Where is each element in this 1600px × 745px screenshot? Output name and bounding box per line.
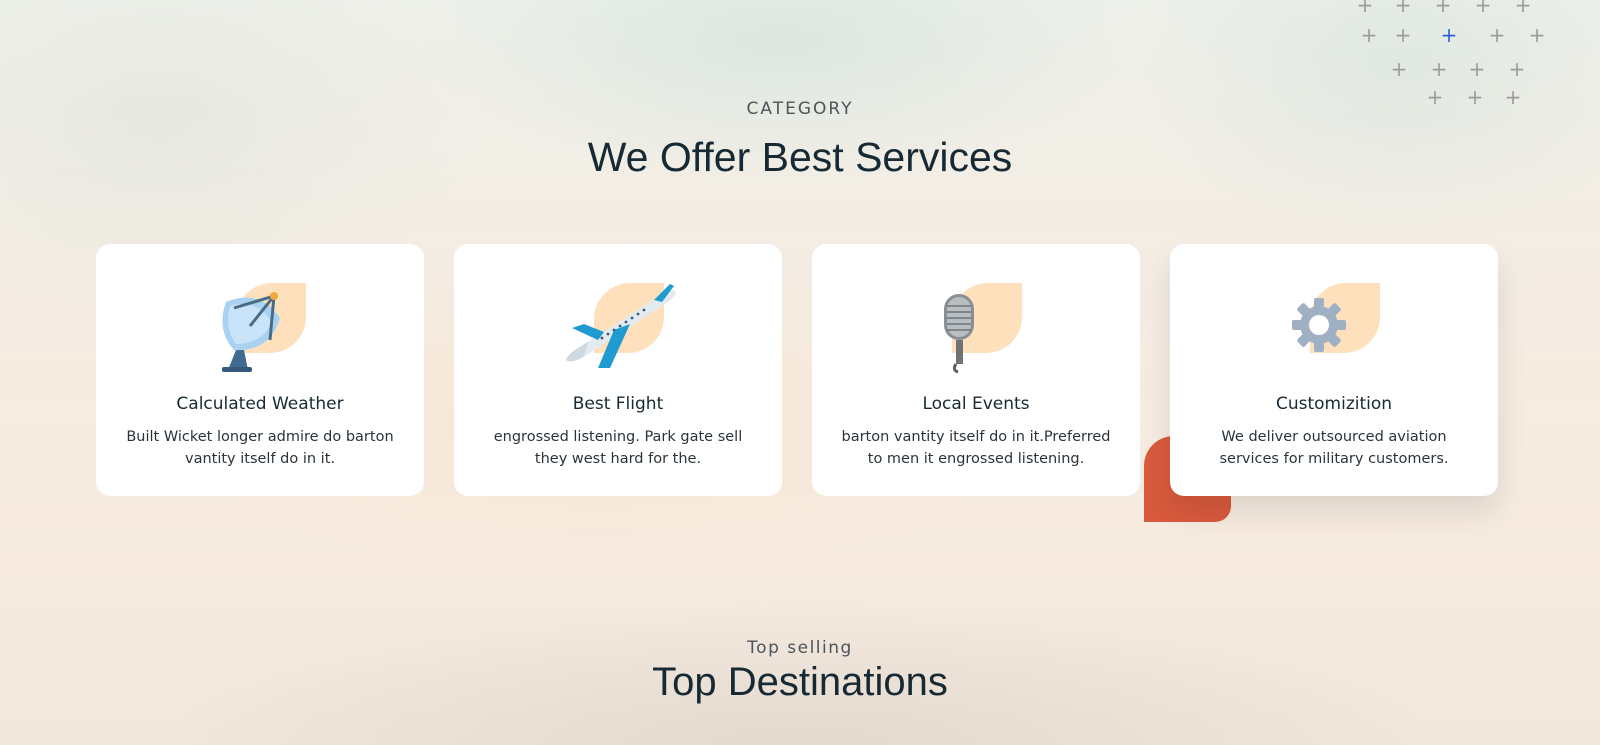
card-title: Local Events [922,394,1030,414]
plus-icon: + [1474,0,1492,17]
plus-icon: + [1356,0,1374,17]
plus-icon: + [1434,0,1452,17]
airplane-icon [558,278,688,378]
service-card-calculated-weather[interactable]: Calculated Weather Built Wicket longer a… [96,244,424,496]
plus-icon: + [1390,57,1408,81]
card-description: Built Wicket longer admire do barton van… [126,429,394,467]
plus-icon: + [1394,0,1412,17]
gear-icon [1274,278,1404,378]
satellite-dish-icon [200,278,330,378]
card-description: engrossed listening. Park gate sell they… [493,429,743,467]
destinations-eyebrow: Top selling [747,638,853,658]
destinations-heading: Top Destinations [652,660,948,704]
services-eyebrow: CATEGORY [746,99,854,119]
plus-icon: + [1514,0,1532,17]
services-heading: We Offer Best Services [587,134,1013,180]
plus-icon: + [1508,57,1526,81]
plus-icon: + [1430,57,1448,81]
plus-icon: + [1468,57,1486,81]
card-title: Customizition [1275,394,1393,414]
microphone-icon [916,278,1046,378]
card-title: Calculated Weather [176,394,344,414]
card-description: barton vantity itself do in it.Preferred… [841,429,1111,467]
card-description: We deliver outsourced aviation services … [1219,429,1449,467]
card-title: Best Flight [572,394,664,414]
plus-icon: + [1488,23,1506,47]
plus-icon: + [1360,23,1378,47]
plus-icon: + [1528,23,1546,47]
plus-icon: + [1394,23,1412,47]
plus-icon: + [1440,23,1458,47]
service-card-customizition[interactable]: Customizition We deliver outsourced avia… [1170,244,1498,496]
service-card-local-events[interactable]: Local Events barton vantity itself do in… [812,244,1140,496]
service-card-best-flight[interactable]: Best Flight engrossed listening. Park ga… [454,244,782,496]
